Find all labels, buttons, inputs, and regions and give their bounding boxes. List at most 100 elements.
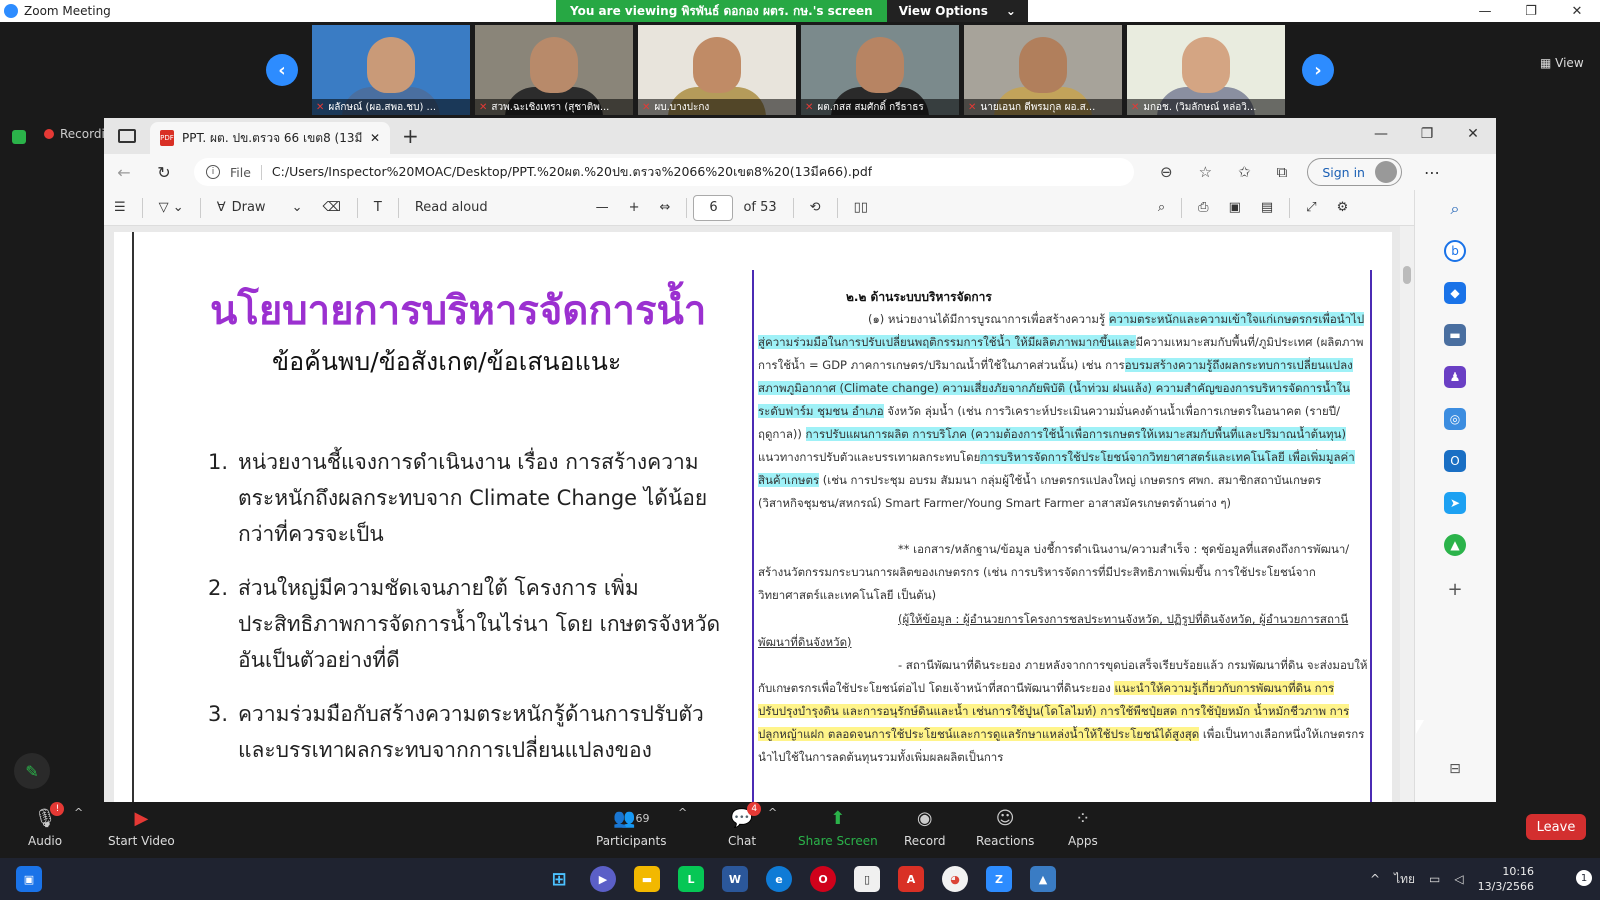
view-button[interactable]: ▦ View [1540,56,1584,70]
chrome-icon[interactable]: ◕ [942,866,968,892]
tools-icon[interactable]: ▬ [1444,324,1466,346]
clock[interactable]: 10:16 13/3/2566 [1478,864,1534,894]
search-icon[interactable]: ⌕ [1148,200,1175,215]
notification-badge[interactable]: 1 [1576,870,1592,886]
contents-icon[interactable]: ☰ [104,200,136,215]
settings-icon[interactable]: ⚙ [1327,200,1359,215]
chat-button[interactable]: 💬 4 Chat [728,802,762,848]
browser-tab[interactable]: PDF PPT. ผต. ปข.ตรวจ 66 เขต8 (13มีค6... … [150,122,390,154]
photos-icon[interactable]: ▲ [1030,866,1056,892]
info-icon[interactable]: i [206,165,220,179]
widgets-icon[interactable]: ▣ [16,866,42,892]
save-icon[interactable]: ▣ [1219,200,1251,215]
annotate-pen-button[interactable]: ✎ [14,753,50,789]
pdf-toolbar: ☰ ▽ ⌄ ∀ Draw ⌄ ⌫ T Read aloud — + ⇔ 6 of 5… [104,190,1496,226]
chevron-right-icon: › [1314,59,1322,81]
edge-icon[interactable]: e [766,866,792,892]
back-icon[interactable]: ← [104,163,144,182]
reactions-button[interactable]: ☺ Reactions [976,806,1034,849]
bing-chat-icon[interactable]: b [1444,240,1466,262]
fit-page-icon[interactable]: ⇔ [650,200,681,215]
participants-chevron-icon[interactable]: ^ [678,806,687,819]
minimize-icon[interactable]: — [1358,118,1404,150]
add-favorite-icon[interactable]: ☆ [1199,163,1212,181]
share-screen-button[interactable]: ⬆ Share Screen [798,806,878,849]
sign-in-label: Sign in [1322,164,1365,180]
games-icon[interactable]: ♟ [1444,366,1466,388]
gallery-next-button[interactable]: › [1302,54,1334,86]
file-explorer-icon[interactable]: ▬ [634,866,660,892]
save-as-icon[interactable]: ▤ [1251,200,1283,215]
page-view-icon[interactable]: ▯▯ [844,200,878,215]
apps-button[interactable]: ⁘ Apps [1068,806,1098,849]
highlight-icon[interactable]: ▽ ⌄ [149,200,194,215]
microsoft-365-icon[interactable]: ◎ [1444,408,1466,430]
add-icon[interactable]: + [1444,578,1466,600]
audio-button[interactable]: 🎙! Audio [28,802,65,848]
address-bar[interactable]: i File C:/Users/Inspector%20MOAC/Desktop… [194,158,1134,186]
start-icon[interactable]: ⊞ [546,866,572,892]
sidebar-toggle-icon[interactable]: ⊟ [1444,758,1466,780]
send-icon[interactable]: ➤ [1444,492,1466,514]
participant-tile[interactable]: ✕ ผบ.บางปะกง [638,25,796,115]
start-video-button[interactable]: ▶ Start Video [108,806,175,849]
pdf-page: นโยบายการบริหารจัดการน้ำ ข้อค้นพบ/ข้อสัง… [114,232,1392,802]
opera-icon[interactable]: O [810,866,836,892]
leave-button[interactable]: Leave [1526,814,1586,840]
word-icon[interactable]: W [722,866,748,892]
scrollbar-thumb[interactable] [1403,266,1411,284]
record-button[interactable]: ◉ Record [904,806,945,849]
list-number: 2. [208,576,229,600]
read-aloud-button[interactable]: Read aloud [405,200,498,215]
line-icon[interactable]: L [678,866,704,892]
view-options-button[interactable]: View Options ⌄ [886,0,1028,22]
record-icon: ◉ [916,807,933,829]
print-icon[interactable]: ⎙ [1188,200,1218,215]
search-icon[interactable]: ⌕ [1444,198,1466,220]
collections-icon[interactable]: ⧉ [1277,163,1288,181]
participants-button[interactable]: 👥 69 Participants [596,806,667,849]
minimize-icon[interactable]: — [1462,0,1508,22]
volume-icon[interactable]: ◁ [1454,872,1463,886]
close-icon[interactable]: ✕ [1554,0,1600,22]
draw-button[interactable]: ∀ Draw ⌄ [207,200,313,215]
page-number-input[interactable]: 6 [693,194,734,221]
restore-icon[interactable]: ❐ [1404,118,1450,150]
pdf-viewer[interactable]: นโยบายการบริหารจัดการน้ำ ข้อค้นพบ/ข้อสัง… [104,226,1414,802]
shopping-tag-icon[interactable]: ◆ [1444,282,1466,304]
network-icon[interactable]: ▭ [1429,872,1440,886]
tree-icon[interactable]: ▲ [1444,534,1466,556]
chat-chevron-icon[interactable]: ^ [768,806,777,819]
zoom-out-icon[interactable]: ⊖ [1160,163,1173,181]
sign-in-button[interactable]: Sign in [1307,158,1402,186]
maximize-icon[interactable]: ❐ [1508,0,1554,22]
document-icon[interactable]: ▯ [854,866,880,892]
chevron-up-icon[interactable]: ^ [1370,872,1380,886]
language-indicator[interactable]: ไทย [1394,870,1415,889]
more-icon[interactable]: ⋯ [1424,163,1440,182]
vertical-scrollbar[interactable] [1400,226,1414,802]
outlook-icon[interactable]: O [1444,450,1466,472]
gallery-prev-button[interactable]: ‹ [266,54,298,86]
participant-tile[interactable]: ✕ ผต.กสส สมศักดิ์ กรีธาธร [801,25,959,115]
close-tab-icon[interactable]: ✕ [370,131,380,145]
tab-actions-icon[interactable] [118,129,136,143]
participant-tile[interactable]: ✕ ผลักษณ์ (ผอ.สพอ.ชบ) ... [312,25,470,115]
favorites-icon[interactable]: ✩ [1238,163,1251,181]
zoom-icon[interactable]: Z [986,866,1012,892]
fullscreen-icon[interactable]: ⤢ [1296,200,1326,215]
teams-icon[interactable]: ▶ [590,866,616,892]
acrobat-icon[interactable]: A [898,866,924,892]
text-icon[interactable]: T [364,200,392,215]
participant-tile[interactable]: ✕ สวพ.ฉะเชิงเทรา (สุชาติพ... [475,25,633,115]
participant-tile[interactable]: ✕ มกอช. (วิมลักษณ์ หล่อวิ... [1127,25,1285,115]
rotate-icon[interactable]: ⟲ [800,200,831,215]
zoom-minus-icon[interactable]: — [586,200,619,215]
audio-options-chevron-icon[interactable]: ^ [74,806,83,819]
close-icon[interactable]: ✕ [1450,118,1496,150]
refresh-icon[interactable]: ↻ [144,163,184,182]
new-tab-button[interactable]: + [402,124,419,148]
participant-tile[interactable]: ✕ นายเอนก ดีพรมกุล ผอ.ส... [964,25,1122,115]
eraser-icon[interactable]: ⌫ [312,200,350,215]
zoom-plus-icon[interactable]: + [619,200,650,215]
